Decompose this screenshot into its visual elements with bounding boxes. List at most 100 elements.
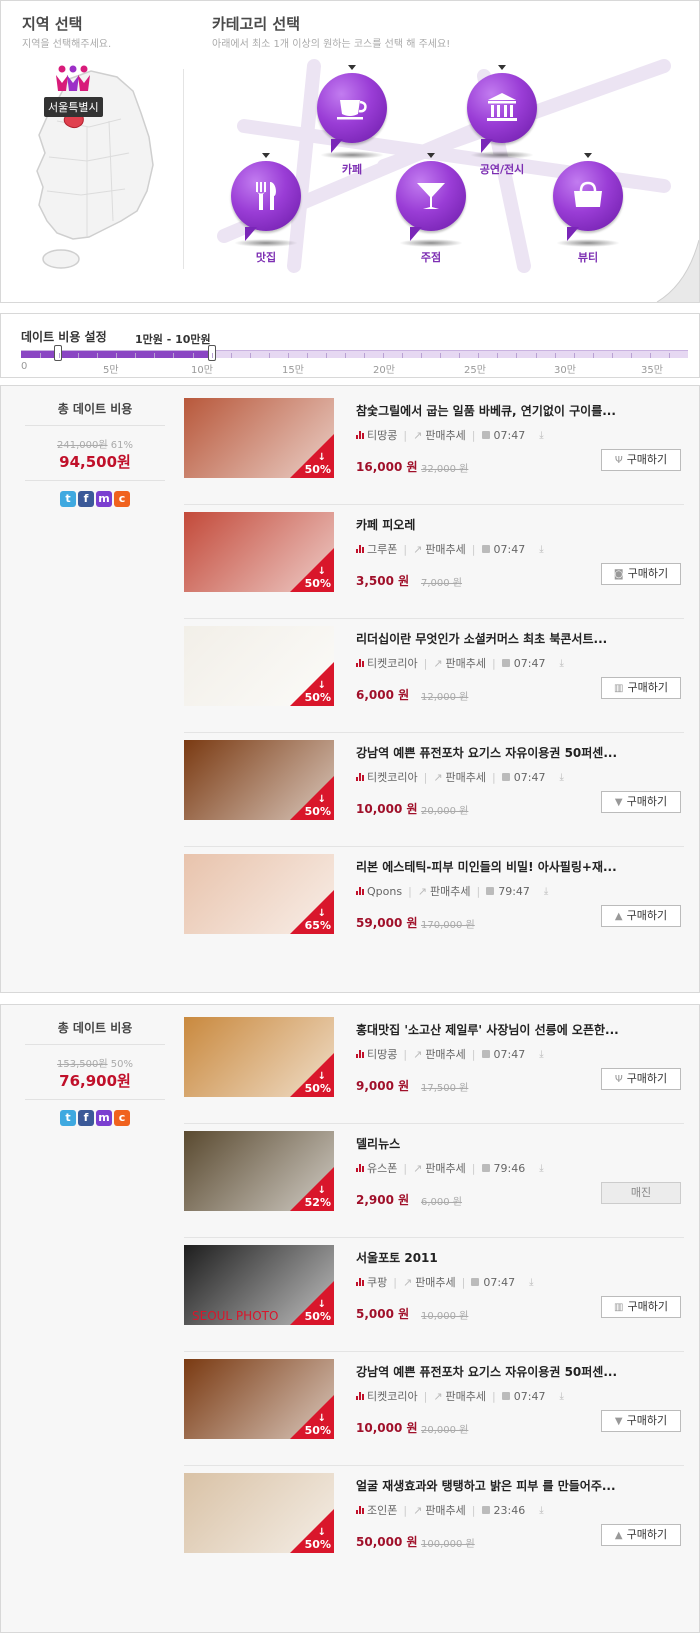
slider-tick xyxy=(288,353,289,358)
buy-button[interactable]: ▥ 구매하기 xyxy=(601,1296,681,1318)
deal-title[interactable]: 얼굴 재생효과와 탱탱하고 밝은 피부 를 만들어주... xyxy=(356,1477,661,1494)
trend-icon: ↗ xyxy=(433,656,443,670)
download-icon[interactable]: ⤓ xyxy=(529,1277,533,1288)
chart-bars-icon xyxy=(356,545,364,553)
deal-trend[interactable]: 판매추세 xyxy=(446,655,486,671)
twitter-icon[interactable]: t xyxy=(60,1110,76,1126)
category-exhibition[interactable]: 공연/전시 xyxy=(457,65,547,177)
deal-price: 5,000 원 xyxy=(356,1307,410,1321)
deal-time: 07:47 xyxy=(493,542,526,556)
deal-thumbnail[interactable]: ↓ 65% xyxy=(184,854,334,934)
deal-trend[interactable]: 판매추세 xyxy=(425,541,465,557)
download-icon[interactable]: ⤓ xyxy=(539,544,543,555)
buy-button[interactable]: ◙ 구매하기 xyxy=(601,563,681,585)
korea-map[interactable] xyxy=(29,61,169,281)
deal-meta: 티켓코리아 | ↗ 판매추세 | 07:47 ⤓ xyxy=(356,769,564,785)
deal-trend[interactable]: 판매추세 xyxy=(415,1274,455,1290)
sold-out-button[interactable]: 매진 xyxy=(601,1182,681,1204)
deal-thumbnail[interactable]: ↓ 50% xyxy=(184,1359,334,1439)
deal-trend[interactable]: 판매추세 xyxy=(425,1502,465,1518)
buy-label: 매진 xyxy=(630,1186,652,1199)
cyworld-icon[interactable]: c xyxy=(114,1110,130,1126)
pointer-arrow-icon xyxy=(348,65,356,70)
download-icon[interactable]: ⤓ xyxy=(559,772,563,783)
deal-thumbnail[interactable]: SEOUL PHOTO ↓ 50% xyxy=(184,1245,334,1325)
deal-source[interactable]: 티켓코리아 xyxy=(367,769,418,785)
deal-title[interactable]: 참숯그릴에서 굽는 일품 바베큐, 연기없이 구이를... xyxy=(356,402,661,419)
deal-source[interactable]: 티땅콩 xyxy=(367,427,397,443)
deal-title[interactable]: 홍대맛집 '소고산 제일루' 사장님이 선릉에 오픈한... xyxy=(356,1021,661,1038)
deal-title[interactable]: 강남역 예쁜 퓨전포차 요기스 자유이용권 50퍼센... xyxy=(356,744,661,761)
cyworld-icon[interactable]: c xyxy=(114,491,130,507)
pointer-arrow-icon xyxy=(427,153,435,158)
deal-title[interactable]: 카페 피오레 xyxy=(356,516,661,533)
deal-source[interactable]: 조인폰 xyxy=(367,1502,397,1518)
deal-thumbnail[interactable]: ↓ 50% xyxy=(184,1017,334,1097)
download-icon[interactable]: ⤓ xyxy=(544,886,548,897)
cost-range-label: 1만원 - 10만원 xyxy=(135,333,211,346)
deal-time: 79:46 xyxy=(493,1161,526,1175)
deal-title[interactable]: 서울포토 2011 xyxy=(356,1249,661,1266)
museum-icon xyxy=(487,93,517,121)
buy-button[interactable]: ▲ 구매하기 xyxy=(601,905,681,927)
down-arrow-icon: ↓ xyxy=(317,1527,326,1538)
download-icon[interactable]: ⤓ xyxy=(539,1505,543,1516)
deal-item: ↓ 50% 참숯그릴에서 굽는 일품 바베큐, 연기없이 구이를... 티땅콩 | ↗ 판매… xyxy=(184,386,684,505)
category-cafe[interactable]: 카페 xyxy=(307,65,397,177)
facebook-icon[interactable]: f xyxy=(78,1110,94,1126)
category-label: 뷰티 xyxy=(577,251,599,264)
facebook-icon[interactable]: f xyxy=(78,491,94,507)
deal-thumbnail[interactable]: ↓ 50% xyxy=(184,512,334,592)
deal-thumbnail[interactable]: ↓ 50% xyxy=(184,740,334,820)
me2day-icon[interactable]: m xyxy=(96,491,112,507)
deal-source[interactable]: 티켓코리아 xyxy=(367,1388,418,1404)
deal-source[interactable]: 티켓코리아 xyxy=(367,655,418,671)
deal-thumbnail[interactable]: ↓ 50% xyxy=(184,1473,334,1553)
me2day-icon[interactable]: m xyxy=(96,1110,112,1126)
category-beauty[interactable]: 뷰티 xyxy=(543,153,633,265)
deal-trend[interactable]: 판매추세 xyxy=(425,1046,465,1062)
buy-button[interactable]: ▼ 구매하기 xyxy=(601,791,681,813)
deal-source[interactable]: 티땅콩 xyxy=(367,1046,397,1062)
chart-bars-icon xyxy=(356,1164,364,1172)
deal-source[interactable]: 유스폰 xyxy=(367,1160,397,1176)
buy-button[interactable]: ▼ 구매하기 xyxy=(601,1410,681,1432)
download-icon[interactable]: ⤓ xyxy=(559,1391,563,1402)
deal-title[interactable]: 델리뉴스 xyxy=(356,1135,661,1152)
deal-time: 07:47 xyxy=(483,1275,516,1289)
deal-meta: 조인폰 | ↗ 판매추세 | 23:46 ⤓ xyxy=(356,1502,544,1518)
clock-icon xyxy=(486,887,495,895)
deal-trend[interactable]: 판매추세 xyxy=(430,883,470,899)
buy-button[interactable]: ▲ 구매하기 xyxy=(601,1524,681,1546)
deal-title[interactable]: 강남역 예쁜 퓨전포차 요기스 자유이용권 50퍼센... xyxy=(356,1363,661,1380)
deal-thumbnail[interactable]: ↓ 50% xyxy=(184,398,334,478)
deal-thumbnail[interactable]: ↓ 52% xyxy=(184,1131,334,1211)
deal-source[interactable]: Qpons xyxy=(367,885,402,898)
deal-source[interactable]: 그루폰 xyxy=(367,541,397,557)
deal-trend[interactable]: 판매추세 xyxy=(446,1388,486,1404)
deal-thumbnail[interactable]: ↓ 50% xyxy=(184,626,334,706)
category-restaurant[interactable]: 맛집 xyxy=(221,153,311,265)
buy-button[interactable]: Ψ 구매하기 xyxy=(601,1068,681,1090)
download-icon[interactable]: ⤓ xyxy=(539,430,543,441)
buy-button[interactable]: Ψ 구매하기 xyxy=(601,449,681,471)
coffee-cup-icon: ◙ xyxy=(613,569,624,580)
deal-title[interactable]: 리더십이란 무엇인가 소셜커머스 최초 북콘서트... xyxy=(356,630,661,647)
deal-meta: 티땅콩 | ↗ 판매추세 | 07:47 ⤓ xyxy=(356,1046,544,1062)
summary-title: 총 데이트 비용 xyxy=(25,1019,165,1045)
deal-trend[interactable]: 판매추세 xyxy=(425,427,465,443)
download-icon[interactable]: ⤓ xyxy=(559,658,563,669)
deal-item: ↓ 50% 리더십이란 무엇인가 소셜커머스 최초 북콘서트... 티켓코리아 | ↗ 판매… xyxy=(184,614,684,733)
chart-bars-icon xyxy=(356,431,364,439)
deal-trend[interactable]: 판매추세 xyxy=(446,769,486,785)
buy-button[interactable]: ▥ 구매하기 xyxy=(601,677,681,699)
download-icon[interactable]: ⤓ xyxy=(539,1049,543,1060)
deal-original-price: 17,500 원 xyxy=(421,1083,469,1094)
cost-slider-track[interactable] xyxy=(21,345,688,361)
twitter-icon[interactable]: t xyxy=(60,491,76,507)
deal-source[interactable]: 쿠팡 xyxy=(367,1274,387,1290)
download-icon[interactable]: ⤓ xyxy=(539,1163,543,1174)
deal-trend[interactable]: 판매추세 xyxy=(425,1160,465,1176)
down-arrow-icon: ↓ xyxy=(317,1185,326,1196)
deal-title[interactable]: 리본 에스테틱-피부 미인들의 비밀! 아사필링+재... xyxy=(356,858,661,875)
